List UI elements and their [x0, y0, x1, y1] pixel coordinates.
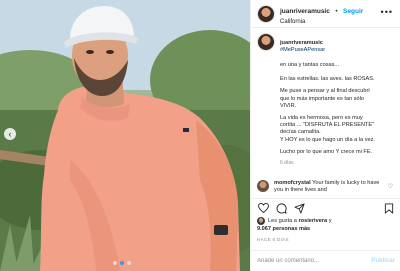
commenter-avatar[interactable]	[257, 180, 269, 192]
separator-dot: •	[335, 8, 338, 16]
caption-username[interactable]: juanriveramusic	[280, 40, 323, 46]
comment-input[interactable]	[257, 258, 367, 264]
caption-author-avatar[interactable]	[257, 33, 275, 51]
caption-paragraph: Lucho por lo que amo Y crece mi FE.	[280, 148, 373, 155]
action-bar	[251, 198, 400, 217]
post-photo[interactable]: ‹	[0, 0, 250, 271]
post-header: juanriveramusic • Seguir California •••	[251, 0, 400, 28]
comment-text: momofcrystal Your family is lucky to hav…	[274, 180, 384, 194]
liked-by-suffix: y	[328, 217, 332, 224]
caption-paragraph: Me puse a pensar y al final descubrí que…	[280, 88, 370, 109]
carousel-indicator	[113, 261, 131, 265]
liked-by-row: Les gusta a rosierivera y	[257, 217, 397, 225]
post-location[interactable]: California	[280, 19, 363, 25]
commenter-username[interactable]: momofcrystal	[274, 180, 311, 186]
likes-count[interactable]: 9.067 personas más	[257, 226, 310, 232]
caption-line: En las estrellas. las aves. las ROSAS.	[280, 76, 375, 83]
author-info: juanriveramusic • Seguir California	[280, 1, 363, 26]
post-date: HACE 6 DÍAS	[257, 237, 289, 242]
share-icon[interactable]	[293, 202, 305, 214]
caption-timestamp: 6 días	[280, 160, 294, 167]
add-comment-bar: Publicar	[251, 250, 400, 271]
photo-illustration	[0, 0, 250, 271]
author-username[interactable]: juanriveramusic	[280, 8, 330, 16]
comment-item: momofcrystal Your family is lucky to hav…	[257, 180, 395, 194]
likes-count-text[interactable]: 9.067 personas más	[257, 226, 310, 232]
caption-line: en una y tantas cosas...	[280, 61, 340, 68]
author-avatar[interactable]	[257, 4, 275, 23]
liked-by-user[interactable]: rosierivera	[299, 218, 328, 224]
previous-photo-button[interactable]: ‹	[4, 128, 16, 140]
liked-by-prefix: Les gusta a	[268, 217, 297, 224]
more-options-icon[interactable]: •••	[381, 8, 393, 17]
comment-icon[interactable]	[275, 202, 287, 214]
liker-avatar[interactable]	[257, 217, 265, 225]
carousel-dot	[127, 261, 131, 265]
liked-by-text: Les gusta a rosierivera y	[268, 218, 331, 225]
post-side-panel: juanriveramusic • Seguir California ••• …	[250, 0, 400, 271]
comment-like-icon[interactable]: ♡	[388, 183, 393, 190]
bookmark-icon[interactable]	[383, 202, 395, 214]
follow-button[interactable]: Seguir	[343, 8, 363, 16]
publish-button[interactable]: Publicar	[371, 258, 395, 264]
caption-hashtag[interactable]: #MePuseAPensar	[280, 47, 325, 53]
carousel-dot-active	[120, 261, 124, 265]
heart-icon[interactable]	[257, 202, 269, 214]
carousel-dot	[113, 261, 117, 265]
caption-section: juanriveramusic #MePuseAPensar en una y …	[251, 33, 400, 173]
caption-text: juanriveramusic #MePuseAPensar en una y …	[280, 33, 396, 173]
caption-paragraph: La vida es hermosa, pero es muy cortita …	[280, 115, 375, 143]
